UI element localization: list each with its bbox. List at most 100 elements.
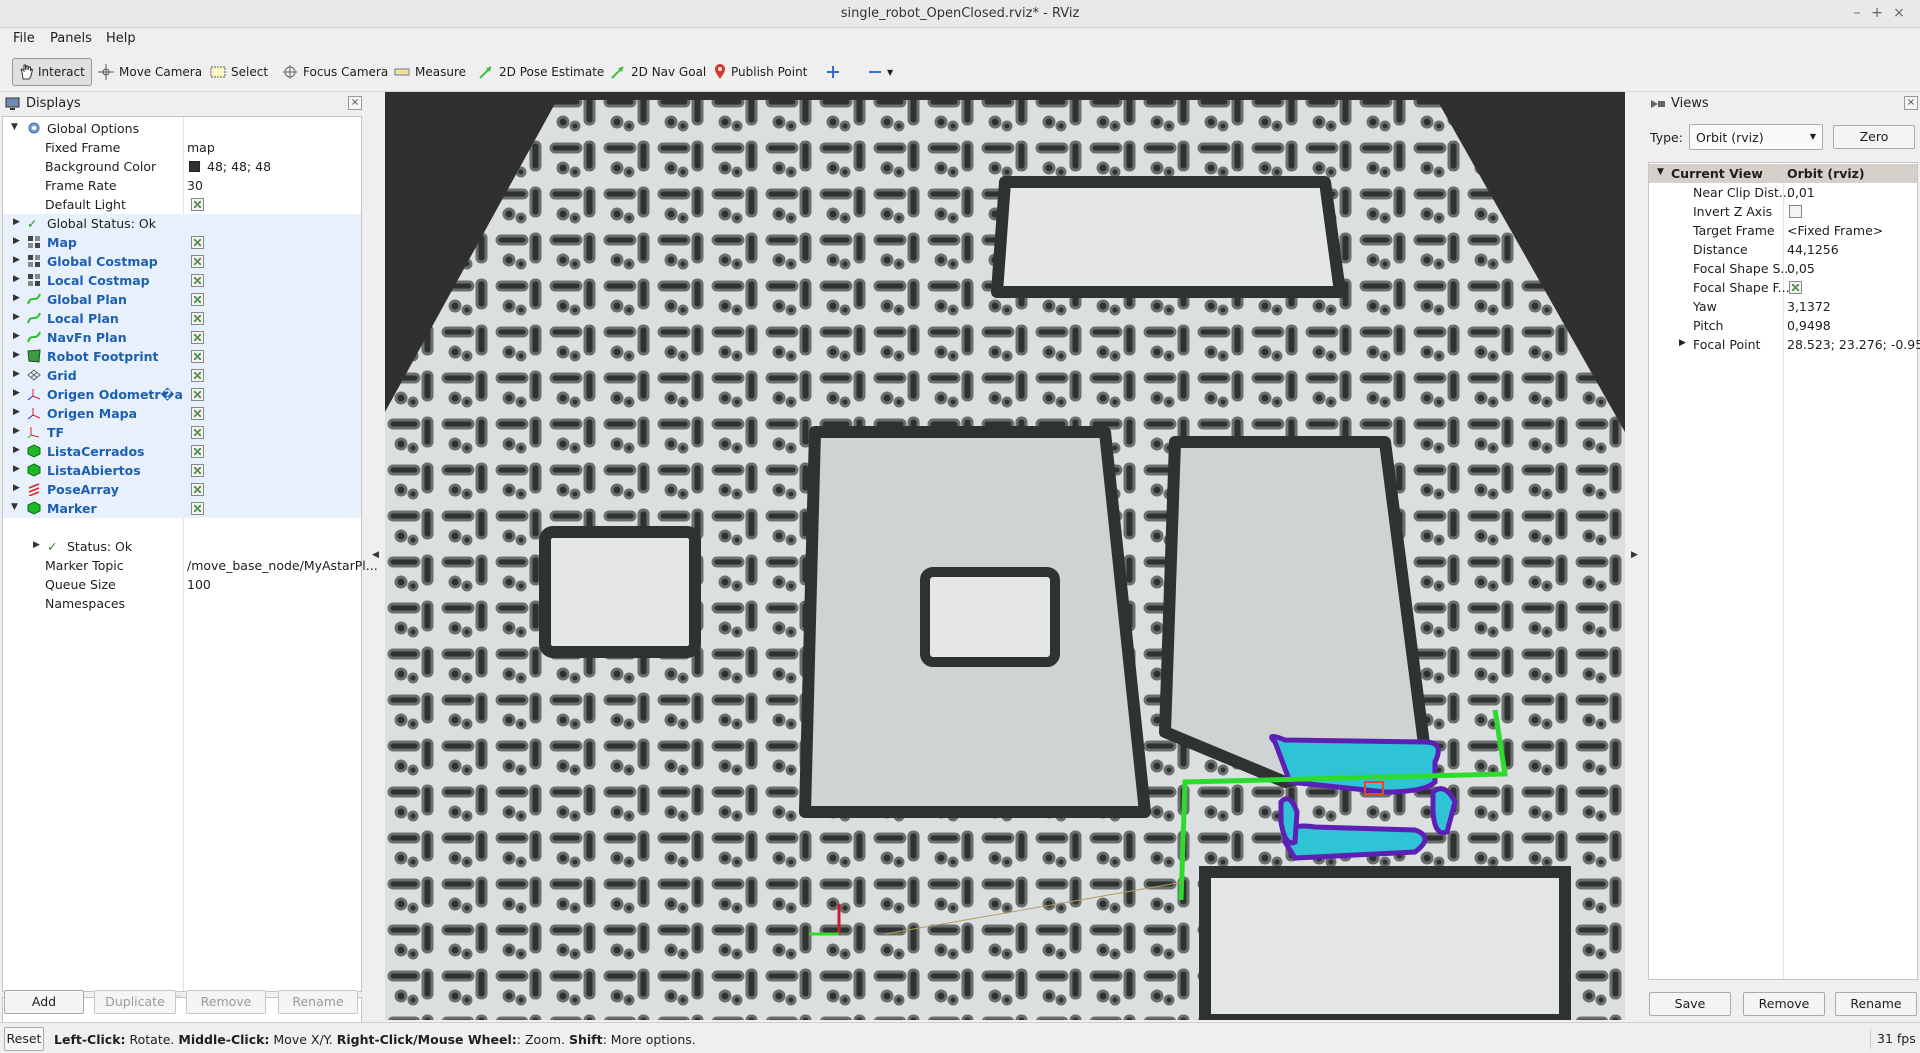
view-prop-row[interactable]: Near Clip Dist... 0,01 [1649, 183, 1917, 202]
interact-tool-button[interactable]: Interact [12, 58, 92, 86]
expand-arrow-icon[interactable]: ▶ [13, 445, 20, 455]
expand-arrow-icon[interactable]: ▶ [13, 388, 20, 398]
measure-tool-button[interactable]: Measure [388, 58, 472, 86]
color-swatch[interactable] [189, 161, 200, 172]
tree-row-display-item[interactable]: ▼ Marker [3, 499, 361, 518]
display-enabled-checkbox[interactable] [191, 274, 204, 287]
view-prop-value[interactable]: 3,1372 [1787, 299, 1831, 314]
minimize-button[interactable]: – [1848, 4, 1866, 22]
expand-arrow-icon[interactable]: ▶ [13, 483, 20, 493]
view-prop-value[interactable]: 0,05 [1787, 261, 1815, 276]
tree-row-display-item[interactable]: ▶ Map [3, 233, 361, 252]
tree-row-background-color[interactable]: Background Color 48; 48; 48 [3, 157, 361, 176]
display-enabled-checkbox[interactable] [191, 312, 204, 325]
tree-row-queue-size[interactable]: Queue Size 100 [3, 575, 361, 594]
tree-row-marker-status[interactable]: ▶ ✓ Status: Ok [3, 537, 361, 556]
tree-row-display-item[interactable]: ▶ Local Plan [3, 309, 361, 328]
remove-view-button[interactable]: Remove [1743, 992, 1825, 1016]
view-prop-row[interactable]: Distance 44,1256 [1649, 240, 1917, 259]
display-enabled-checkbox[interactable] [191, 350, 204, 363]
display-enabled-checkbox[interactable] [191, 502, 204, 515]
collapse-left-arrow-icon[interactable]: ◀ [372, 550, 379, 560]
tree-row-marker-topic[interactable]: Marker Topic /move_base_node/MyAstarPl..… [3, 556, 378, 575]
tree-row-default-light[interactable]: Default Light [3, 195, 361, 214]
display-enabled-checkbox[interactable] [191, 445, 204, 458]
view-prop-value[interactable]: <Fixed Frame> [1787, 223, 1883, 238]
nav-goal-tool-button[interactable]: 2D Nav Goal [604, 58, 712, 86]
view-prop-value[interactable]: 0,9498 [1787, 318, 1831, 333]
zero-button[interactable]: Zero [1833, 125, 1915, 149]
close-window-button[interactable]: × [1890, 4, 1908, 22]
tree-row-display-item[interactable]: ▶ ListaCerrados [3, 442, 361, 461]
display-enabled-checkbox[interactable] [191, 331, 204, 344]
expand-arrow-icon[interactable]: ▶ [13, 217, 20, 227]
display-enabled-checkbox[interactable] [191, 483, 204, 496]
menu-file[interactable]: File [13, 31, 35, 46]
display-enabled-checkbox[interactable] [191, 388, 204, 401]
view-prop-row[interactable]: ▶ Focal Point 28.523; 23.276; -0.95... [1649, 335, 1920, 354]
view-type-select[interactable]: Orbit (rviz) ▼ [1689, 124, 1823, 150]
display-enabled-checkbox[interactable] [191, 464, 204, 477]
focal-shape-fixed-checkbox[interactable] [1789, 281, 1802, 294]
expand-arrow-icon[interactable]: ▶ [13, 407, 20, 417]
pose-estimate-tool-button[interactable]: 2D Pose Estimate [472, 58, 610, 86]
background-color-value[interactable]: 48; 48; 48 [207, 159, 271, 174]
menu-panels[interactable]: Panels [50, 31, 92, 46]
view-prop-row[interactable]: Target Frame <Fixed Frame> [1649, 221, 1917, 240]
expand-arrow-icon[interactable]: ▶ [13, 274, 20, 284]
publish-point-tool-button[interactable]: Publish Point [708, 58, 813, 86]
tree-row-display-item[interactable]: ▶ PoseArray [3, 480, 361, 499]
tree-row-display-item[interactable]: ▶ Origen Odometr�a [3, 385, 361, 404]
expand-arrow-icon[interactable]: ▼ [11, 502, 18, 512]
view-prop-row[interactable]: Focal Shape F... [1649, 278, 1917, 297]
expand-arrow-icon[interactable]: ▶ [13, 255, 20, 265]
rename-display-button[interactable]: Rename [278, 990, 358, 1014]
save-view-button[interactable]: Save [1649, 992, 1731, 1016]
queue-size-value[interactable]: 100 [187, 577, 211, 592]
tree-row-global-options[interactable]: ▼ Global Options [3, 119, 361, 138]
tree-row-display-item[interactable]: ▶ TF [3, 423, 361, 442]
remove-tool-dropdown[interactable]: ▼ [862, 58, 899, 86]
maximize-button[interactable]: + [1868, 4, 1886, 22]
add-tool-button[interactable] [820, 58, 851, 86]
close-icon[interactable]: × [348, 96, 362, 110]
rename-view-button[interactable]: Rename [1835, 992, 1917, 1016]
expand-arrow-icon[interactable]: ▶ [13, 350, 20, 360]
render-viewport[interactable] [385, 92, 1625, 1020]
view-prop-value[interactable]: 44,1256 [1787, 242, 1839, 257]
duplicate-display-button[interactable]: Duplicate [94, 990, 176, 1014]
tree-row-display-item[interactable]: ▶ Global Plan [3, 290, 361, 309]
move-camera-tool-button[interactable]: Move Camera [92, 58, 208, 86]
tree-row-display-item[interactable]: ▶ Origen Mapa [3, 404, 361, 423]
map-render[interactable] [385, 92, 1625, 1020]
expand-arrow-icon[interactable]: ▶ [13, 426, 20, 436]
close-icon[interactable]: × [1904, 96, 1918, 110]
tree-row-namespaces[interactable]: Namespaces [3, 594, 361, 613]
view-prop-value[interactable]: 28.523; 23.276; -0.95... [1787, 337, 1920, 352]
view-prop-row[interactable]: Pitch 0,9498 [1649, 316, 1917, 335]
reset-button[interactable]: Reset [4, 1027, 44, 1051]
display-enabled-checkbox[interactable] [191, 255, 204, 268]
expand-arrow-icon[interactable]: ▶ [13, 236, 20, 246]
expand-arrow-icon[interactable]: ▼ [1657, 167, 1664, 177]
expand-arrow-icon[interactable]: ▶ [33, 540, 40, 550]
expand-arrow-icon[interactable]: ▶ [13, 293, 20, 303]
view-prop-row[interactable]: Focal Shape S... 0,05 [1649, 259, 1917, 278]
display-enabled-checkbox[interactable] [191, 426, 204, 439]
select-tool-button[interactable]: Select [204, 58, 274, 86]
display-enabled-checkbox[interactable] [191, 407, 204, 420]
invert-z-checkbox[interactable] [1789, 205, 1802, 218]
marker-topic-value[interactable]: /move_base_node/MyAstarPl... [187, 558, 378, 573]
focus-camera-tool-button[interactable]: Focus Camera [276, 58, 394, 86]
expand-arrow-icon[interactable]: ▼ [11, 122, 18, 132]
remove-display-button[interactable]: Remove [186, 990, 266, 1014]
expand-arrow-icon[interactable]: ▶ [1679, 338, 1686, 348]
view-prop-value[interactable]: 0,01 [1787, 185, 1815, 200]
tree-row-display-item[interactable]: ▶ Robot Footprint [3, 347, 361, 366]
current-view-row[interactable]: ▼ Current View Orbit (rviz) [1649, 164, 1917, 183]
expand-arrow-icon[interactable]: ▶ [13, 369, 20, 379]
tree-row-global-status[interactable]: ▶ ✓ Global Status: Ok [3, 214, 361, 233]
display-enabled-checkbox[interactable] [191, 236, 204, 249]
tree-row-fixed-frame[interactable]: Fixed Frame map [3, 138, 361, 157]
expand-arrow-icon[interactable]: ▶ [13, 331, 20, 341]
